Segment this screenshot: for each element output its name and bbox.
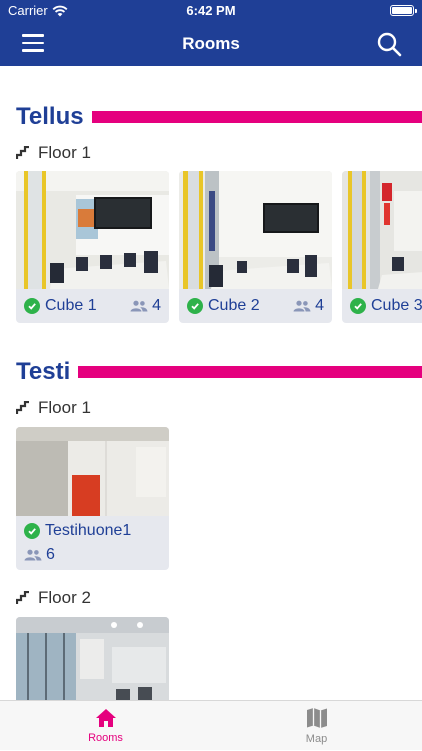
room-photo	[179, 171, 332, 289]
tab-rooms[interactable]: Rooms	[0, 701, 211, 751]
stairs-icon	[16, 146, 29, 159]
room-photo	[16, 617, 169, 700]
room-name: Cube 2	[208, 297, 260, 314]
room-photo	[342, 171, 422, 289]
floor-header: Floor 1	[16, 398, 91, 418]
room-card[interactable]	[16, 617, 169, 700]
room-name: Cube 1	[45, 297, 97, 314]
people-icon	[24, 549, 42, 561]
building-section-testi: Testi	[16, 357, 422, 387]
tab-label: Rooms	[88, 732, 123, 744]
search-icon[interactable]	[376, 31, 402, 57]
room-capacity: 4	[130, 297, 161, 315]
section-divider	[91, 111, 422, 123]
room-card[interactable]: Cube 3	[342, 171, 422, 323]
battery-icon	[390, 5, 417, 16]
room-card[interactable]: Cube 1 4	[16, 171, 169, 323]
room-capacity: 6	[24, 546, 55, 564]
capacity-count: 6	[46, 546, 55, 563]
room-capacity: 4	[293, 297, 324, 315]
room-name: Cube 3	[371, 297, 422, 314]
room-carousel[interactable]: Cube 1 4 Cube 2 4 Cube 3	[16, 171, 422, 323]
stairs-icon	[16, 401, 29, 414]
floor-label: Floor 2	[38, 588, 91, 607]
building-name: Testi	[16, 358, 71, 385]
available-icon	[24, 523, 40, 539]
capacity-count: 4	[315, 297, 324, 314]
people-icon	[293, 300, 311, 312]
room-card[interactable]: Cube 2 4	[179, 171, 332, 323]
home-icon	[95, 709, 116, 727]
map-icon	[306, 708, 327, 728]
building-name: Tellus	[16, 103, 84, 130]
capacity-count: 4	[152, 297, 161, 314]
page-title: Rooms	[182, 34, 240, 53]
available-icon	[24, 298, 40, 314]
room-photo	[16, 171, 169, 289]
room-name: Testihuone1	[45, 522, 132, 539]
navigation-bar: Rooms	[0, 22, 422, 66]
section-divider	[78, 366, 422, 378]
floor-header: Floor 1	[16, 143, 91, 163]
tab-label: Map	[305, 733, 328, 745]
floor-header: Floor 2	[16, 588, 91, 608]
room-carousel[interactable]	[16, 617, 169, 700]
clock: 6:42 PM	[186, 3, 236, 18]
room-carousel[interactable]: Testihuone1 6	[16, 427, 169, 570]
rooms-list[interactable]: Tellus Floor 1 Cube 1 4 Cube 2 4 Cube 3 …	[0, 66, 422, 700]
tab-map[interactable]: Map	[211, 701, 422, 751]
floor-label: Floor 1	[38, 143, 91, 162]
available-icon	[350, 298, 366, 314]
building-section-tellus: Tellus	[16, 102, 422, 132]
available-icon	[187, 298, 203, 314]
tab-bar: Rooms Map	[0, 700, 422, 750]
people-icon	[130, 300, 148, 312]
status-bar: Carrier 6:42 PM	[0, 0, 422, 22]
floor-label: Floor 1	[38, 398, 91, 417]
stairs-icon	[16, 591, 29, 604]
room-card[interactable]: Testihuone1 6	[16, 427, 169, 570]
room-photo	[16, 427, 169, 516]
